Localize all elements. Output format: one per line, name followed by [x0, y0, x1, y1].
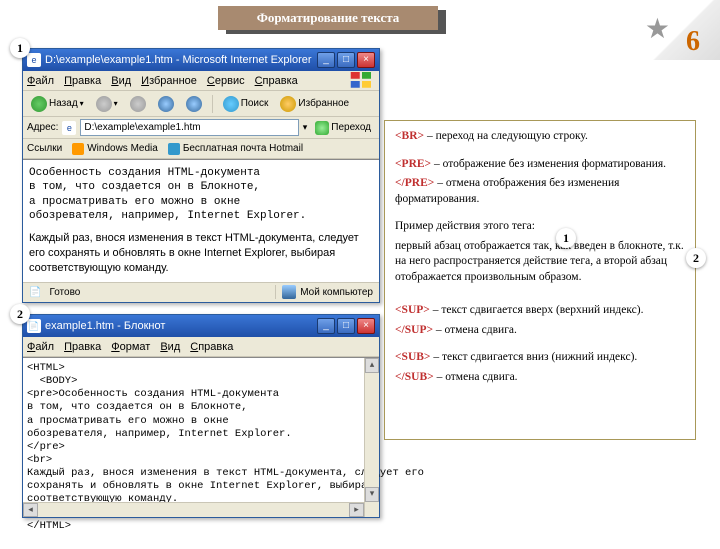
- refresh-button[interactable]: [154, 95, 178, 113]
- tag-sup: <SUP>: [395, 304, 430, 316]
- normal-paragraph: Каждый раз, внося изменения в текст HTML…: [29, 231, 373, 276]
- ie-statusbar: 📄 Готово Мой компьютер: [23, 282, 379, 302]
- menu-file[interactable]: Файл: [27, 75, 54, 87]
- menu-view[interactable]: Вид: [160, 341, 180, 353]
- links-label: Ссылки: [27, 143, 62, 154]
- status-ready-icon: 📄: [29, 287, 41, 298]
- menu-edit[interactable]: Правка: [64, 75, 101, 87]
- page-title: Форматирование текста: [218, 6, 438, 30]
- menu-view[interactable]: Вид: [111, 75, 131, 87]
- page-number: 6: [686, 26, 700, 58]
- maximize-button[interactable]: □: [337, 318, 355, 334]
- ie-titlebar[interactable]: e D:\example\example1.htm - Microsoft In…: [23, 49, 379, 71]
- desc-sub: – текст сдвигается вниз (нижний индекс).: [430, 351, 637, 363]
- ie-addressbar: Адрес: e ▾ Переход: [23, 117, 379, 139]
- badge-1: 1: [10, 38, 30, 58]
- status-ready: Готово: [49, 287, 80, 298]
- menu-help[interactable]: Справка: [190, 341, 233, 353]
- stop-icon: [130, 96, 146, 112]
- explain-badge-1: 1: [556, 228, 576, 248]
- minimize-button[interactable]: _: [317, 52, 335, 68]
- address-input[interactable]: [80, 119, 298, 136]
- wm-icon: [72, 143, 84, 155]
- sample-intro: Пример действия этого тега:: [395, 219, 685, 235]
- explanation-panel: <BR> – переход на следующую строку. <PRE…: [384, 120, 696, 440]
- tag-sub: <SUB>: [395, 351, 430, 363]
- notepad-icon: 📄: [27, 319, 41, 333]
- tag-br: <BR>: [395, 130, 424, 142]
- badge-2: 2: [10, 304, 30, 324]
- notepad-content[interactable]: <HTML> <BODY> <pre>Особенность создания …: [23, 357, 379, 517]
- chevron-down-icon[interactable]: ▾: [303, 122, 308, 133]
- scrollbar-horizontal[interactable]: ◂ ▸: [23, 502, 364, 517]
- desc-pre: – отображение без изменения форматирован…: [431, 158, 666, 170]
- minimize-button[interactable]: _: [317, 318, 335, 334]
- close-button[interactable]: ×: [357, 52, 375, 68]
- menu-file[interactable]: Файл: [27, 341, 54, 353]
- scrollbar-vertical[interactable]: ▴ ▾: [364, 358, 379, 517]
- forward-icon: [96, 96, 112, 112]
- windows-logo-icon: [349, 72, 375, 90]
- link-windows-media[interactable]: Windows Media: [72, 143, 158, 155]
- ie-content: Особенность создания HTML-документа в то…: [23, 159, 379, 282]
- menu-favorites[interactable]: Избранное: [141, 75, 197, 87]
- sample-body: первый абзац отображается так, как введе…: [395, 239, 685, 286]
- go-button[interactable]: Переход: [311, 121, 375, 135]
- chevron-down-icon: ▾: [80, 99, 84, 108]
- ie-linksbar: Ссылки Windows Media Бесплатная почта Ho…: [23, 139, 379, 159]
- tag-pre: <PRE>: [395, 158, 431, 170]
- desc-br: – переход на следующую строку.: [424, 130, 588, 142]
- search-icon: [223, 96, 239, 112]
- scroll-up-icon[interactable]: ▴: [365, 358, 379, 373]
- favorites-button[interactable]: Избранное: [276, 95, 353, 113]
- home-icon: [186, 96, 202, 112]
- desc-sup-end: – отмена сдвига.: [433, 324, 517, 336]
- home-button[interactable]: [182, 95, 206, 113]
- ie-toolbar: Назад▾ ▾ Поиск Избранное: [23, 91, 379, 117]
- ie-icon: e: [27, 53, 41, 67]
- computer-icon: [282, 285, 296, 299]
- notepad-title: example1.htm - Блокнот: [45, 320, 165, 332]
- menu-format[interactable]: Формат: [111, 341, 150, 353]
- search-button[interactable]: Поиск: [219, 95, 273, 113]
- pre-paragraph: Особенность создания HTML-документа в то…: [29, 166, 373, 223]
- link-hotmail[interactable]: Бесплатная почта Hotmail: [168, 143, 303, 155]
- desc-sub-end: – отмена сдвига.: [434, 371, 518, 383]
- menu-edit[interactable]: Правка: [64, 341, 101, 353]
- tag-sup-end: </SUP>: [395, 324, 433, 336]
- close-button[interactable]: ×: [357, 318, 375, 334]
- explain-badge-2: 2: [686, 248, 706, 268]
- desc-sup: – текст сдвигается вверх (верхний индекс…: [430, 304, 644, 316]
- stop-button[interactable]: [126, 95, 150, 113]
- scroll-down-icon[interactable]: ▾: [365, 487, 379, 502]
- notepad-titlebar[interactable]: 📄 example1.htm - Блокнот _ □ ×: [23, 315, 379, 337]
- mail-icon: [168, 143, 180, 155]
- notepad-window: 📄 example1.htm - Блокнот _ □ × Файл Прав…: [22, 314, 380, 518]
- ie-menubar: Файл Правка Вид Избранное Сервис Справка: [23, 71, 379, 91]
- back-button[interactable]: Назад▾: [27, 95, 88, 113]
- refresh-icon: [158, 96, 174, 112]
- star-icon: ★: [645, 12, 670, 45]
- notepad-menubar: Файл Правка Формат Вид Справка: [23, 337, 379, 357]
- back-icon: [31, 96, 47, 112]
- scroll-right-icon[interactable]: ▸: [349, 503, 364, 517]
- status-mycomputer: Мой компьютер: [275, 285, 373, 299]
- maximize-button[interactable]: □: [337, 52, 355, 68]
- menu-help[interactable]: Справка: [255, 75, 298, 87]
- forward-button[interactable]: ▾: [92, 95, 122, 113]
- star-icon: [280, 96, 296, 112]
- page-icon: e: [62, 121, 76, 135]
- tag-sub-end: </SUB>: [395, 371, 434, 383]
- go-icon: [315, 121, 329, 135]
- separator: [212, 95, 213, 113]
- ie-window: e D:\example\example1.htm - Microsoft In…: [22, 48, 380, 303]
- ie-title: D:\example\example1.htm - Microsoft Inte…: [45, 54, 312, 66]
- menu-tools[interactable]: Сервис: [207, 75, 245, 87]
- notepad-text[interactable]: <HTML> <BODY> <pre>Особенность создания …: [27, 362, 375, 549]
- scroll-left-icon[interactable]: ◂: [23, 503, 38, 517]
- address-label: Адрес:: [27, 122, 58, 133]
- chevron-down-icon: ▾: [114, 99, 118, 108]
- tag-pre-end: </PRE>: [395, 177, 434, 189]
